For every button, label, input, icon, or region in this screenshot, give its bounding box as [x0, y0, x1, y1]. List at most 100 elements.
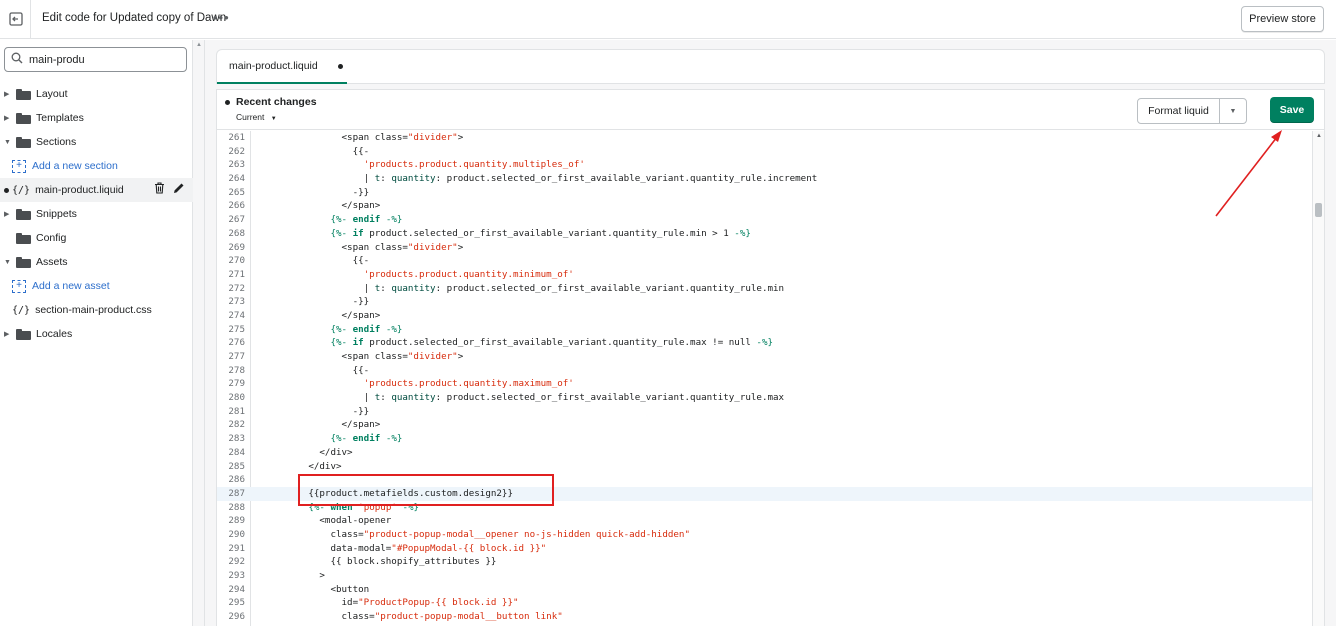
folder-layout[interactable]: ▶ Layout — [0, 82, 193, 106]
file-main-product-liquid[interactable]: {/} main-product.liquid — [0, 178, 193, 202]
line-source[interactable]: <modal-opener — [253, 514, 391, 528]
code-line[interactable]: 264 | t: quantity: product.selected_or_f… — [217, 172, 1312, 186]
code-line[interactable]: 285 </div> — [217, 460, 1312, 474]
code-line[interactable]: 292 {{ block.shopify_attributes }} — [217, 555, 1312, 569]
code-line[interactable]: 290 class="product-popup-modal__opener n… — [217, 528, 1312, 542]
line-source[interactable]: </div> — [253, 446, 352, 460]
code-line[interactable]: 283 {%- endif -%} — [217, 432, 1312, 446]
caret-right-icon: ▶ — [4, 91, 10, 98]
code-line[interactable]: 276 {%- if product.selected_or_first_ava… — [217, 336, 1312, 350]
exit-icon[interactable] — [7, 10, 25, 28]
code-line[interactable]: 279 'products.product.quantity.maximum_o… — [217, 377, 1312, 391]
code-line[interactable]: 267 {%- endif -%} — [217, 213, 1312, 227]
add-asset-link[interactable]: + Add a new asset — [0, 274, 193, 298]
code-line[interactable]: 273 -}} — [217, 295, 1312, 309]
line-source[interactable]: -}} — [253, 405, 370, 419]
editor-scrollbar[interactable]: ▲ — [1312, 131, 1324, 626]
sidebar-scrollbar[interactable]: ▲ — [193, 40, 205, 626]
code-line[interactable]: 261 <span class="divider"> — [217, 131, 1312, 145]
line-source[interactable]: -}} — [253, 186, 370, 200]
recent-changes[interactable]: Recent changes — [225, 96, 317, 108]
line-source[interactable]: data-modal="#PopupModal-{{ block.id }}" — [253, 542, 546, 556]
code-line[interactable]: 262 {{- — [217, 145, 1312, 159]
line-source[interactable]: <span class="divider"> — [253, 241, 464, 255]
pencil-icon[interactable] — [173, 182, 185, 197]
line-source[interactable]: {%- if product.selected_or_first_availab… — [253, 227, 750, 241]
line-source[interactable]: <button — [253, 583, 369, 597]
tab-main-product-liquid[interactable]: main-product.liquid — [217, 50, 347, 84]
format-liquid-button[interactable]: Format liquid ▼ — [1137, 98, 1247, 124]
code-line[interactable]: 266 </span> — [217, 199, 1312, 213]
search-input[interactable] — [29, 53, 169, 66]
code-line[interactable]: 296 class="product-popup-modal__button l… — [217, 610, 1312, 624]
line-source[interactable]: | t: quantity: product.selected_or_first… — [253, 172, 818, 186]
code-line[interactable]: 282 </span> — [217, 418, 1312, 432]
code-line[interactable]: 295 id="ProductPopup-{{ block.id }}" — [217, 596, 1312, 610]
folder-icon — [16, 136, 31, 148]
code-line[interactable]: 294 <button — [217, 583, 1312, 597]
more-actions-button[interactable]: ••• — [213, 10, 230, 25]
line-source[interactable]: class="product-popup-modal__button link" — [253, 610, 563, 624]
code-line[interactable]: 268 {%- if product.selected_or_first_ava… — [217, 227, 1312, 241]
folder-snippets[interactable]: ▶ Snippets — [0, 202, 193, 226]
code-line[interactable]: 291 data-modal="#PopupModal-{{ block.id … — [217, 542, 1312, 556]
line-source[interactable]: {%- if product.selected_or_first_availab… — [253, 336, 773, 350]
trash-icon[interactable] — [154, 182, 165, 197]
code-line[interactable]: 281 -}} — [217, 405, 1312, 419]
line-source[interactable]: -}} — [253, 295, 370, 309]
line-source[interactable]: | t: quantity: product.selected_or_first… — [253, 391, 784, 405]
file-tree: ▶ Layout ▶ Templates ▼ Sections + Add a … — [0, 82, 193, 346]
code-line[interactable]: 278 {{- — [217, 364, 1312, 378]
line-source[interactable]: {%- endif -%} — [253, 432, 402, 446]
line-source[interactable]: 'products.product.quantity.multiples_of' — [253, 158, 585, 172]
search-field[interactable] — [4, 47, 187, 72]
line-source[interactable]: </span> — [253, 199, 381, 213]
line-source[interactable]: 'products.product.quantity.maximum_of' — [253, 377, 574, 391]
folder-sections[interactable]: ▼ Sections — [0, 130, 193, 154]
code-line[interactable]: 263 'products.product.quantity.multiples… — [217, 158, 1312, 172]
code-line[interactable]: 271 'products.product.quantity.minimum_o… — [217, 268, 1312, 282]
line-source[interactable]: {{- — [253, 145, 370, 159]
preview-store-button[interactable]: Preview store — [1241, 6, 1324, 32]
line-source[interactable]: id="ProductPopup-{{ block.id }}" — [253, 596, 519, 610]
version-select[interactable]: Current ▼ — [236, 112, 277, 122]
code-line[interactable]: 293 > — [217, 569, 1312, 583]
code-line[interactable]: 272 | t: quantity: product.selected_or_f… — [217, 282, 1312, 296]
folder-templates[interactable]: ▶ Templates — [0, 106, 193, 130]
code-line[interactable]: 275 {%- endif -%} — [217, 323, 1312, 337]
line-source[interactable]: <span class="divider"> — [253, 131, 464, 145]
line-source[interactable]: <span class="divider"> — [253, 350, 464, 364]
folder-locales[interactable]: ▶ Locales — [0, 322, 193, 346]
code-line[interactable]: 284 </div> — [217, 446, 1312, 460]
code-line[interactable]: 289 <modal-opener — [217, 514, 1312, 528]
line-source[interactable]: > — [253, 569, 325, 583]
code-line[interactable]: 265 -}} — [217, 186, 1312, 200]
code-line[interactable]: 280 | t: quantity: product.selected_or_f… — [217, 391, 1312, 405]
line-source[interactable]: class="product-popup-modal__opener no-js… — [253, 528, 690, 542]
code-line[interactable]: 277 <span class="divider"> — [217, 350, 1312, 364]
code-line[interactable]: 269 <span class="divider"> — [217, 241, 1312, 255]
folder-assets[interactable]: ▼ Assets — [0, 250, 193, 274]
line-source[interactable]: {{ block.shopify_attributes }} — [253, 555, 496, 569]
scroll-up-icon[interactable]: ▲ — [1316, 133, 1322, 139]
chevron-down-icon[interactable]: ▼ — [1220, 99, 1246, 123]
line-source[interactable]: </div> — [253, 460, 341, 474]
line-source[interactable]: 'products.product.quantity.minimum_of' — [253, 268, 574, 282]
scroll-up-icon[interactable]: ▲ — [196, 42, 202, 48]
code-line[interactable]: 270 {{- — [217, 254, 1312, 268]
add-section-link[interactable]: + Add a new section — [0, 154, 193, 178]
code-lines[interactable]: 261 <span class="divider"> 262 {{- 263 'pr… — [217, 131, 1312, 626]
scroll-thumb[interactable] — [1315, 203, 1322, 217]
line-source[interactable]: {%- endif -%} — [253, 323, 402, 337]
code-line[interactable]: 274 </span> — [217, 309, 1312, 323]
file-section-main-product-css[interactable]: {/} section-main-product.css — [0, 298, 193, 322]
line-source[interactable]: {{- — [253, 254, 370, 268]
save-button[interactable]: Save — [1270, 97, 1314, 123]
line-source[interactable]: {{- — [253, 364, 370, 378]
line-source[interactable]: </span> — [253, 309, 381, 323]
format-liquid-label[interactable]: Format liquid — [1138, 99, 1220, 123]
line-source[interactable]: | t: quantity: product.selected_or_first… — [253, 282, 784, 296]
line-source[interactable]: {%- endif -%} — [253, 213, 402, 227]
line-source[interactable]: </span> — [253, 418, 381, 432]
folder-config[interactable]: Config — [0, 226, 193, 250]
